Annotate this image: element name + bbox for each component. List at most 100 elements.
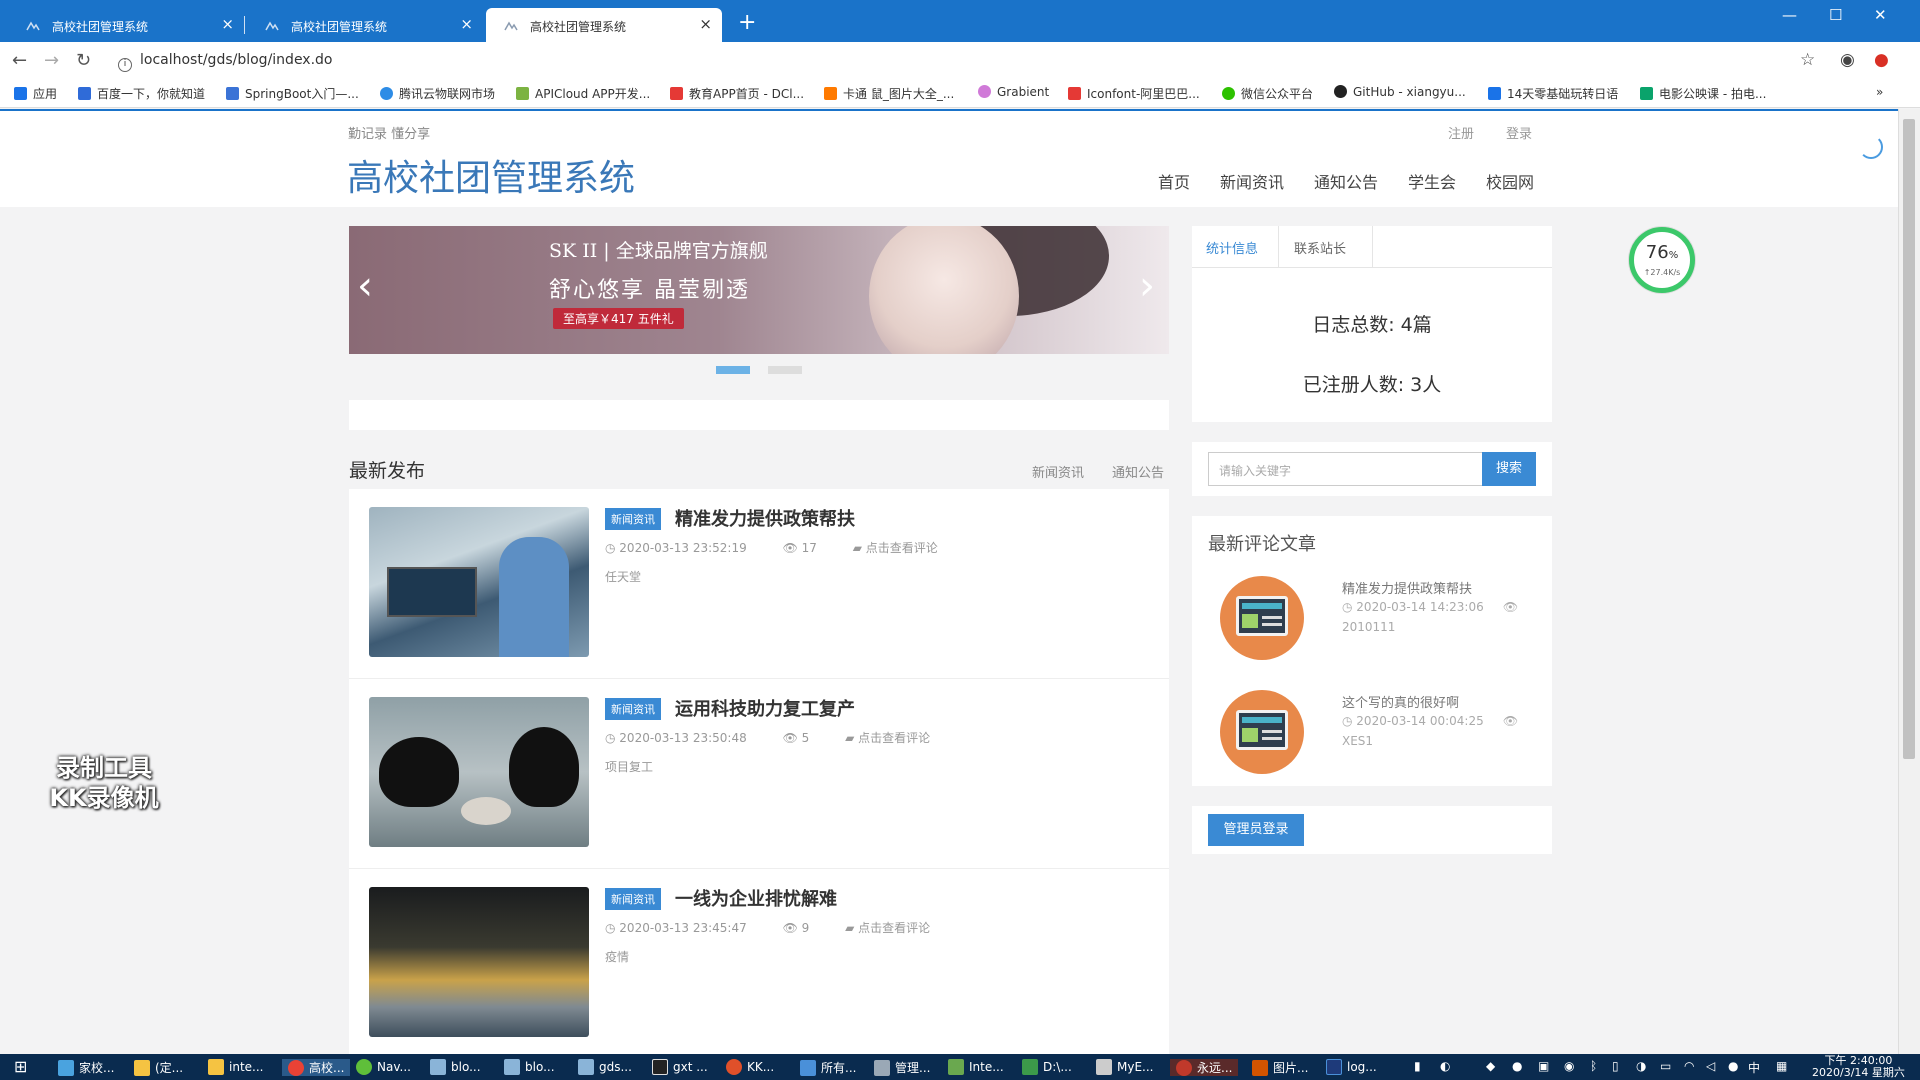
comment-link[interactable]: ▰ 点击查看评论 xyxy=(845,921,946,935)
taskbar-item[interactable]: Nav... xyxy=(356,1059,411,1075)
bookmark-item[interactable]: 14天零基础玩转日语 xyxy=(1488,85,1618,102)
bookmark-apps[interactable]: 应用 xyxy=(14,85,57,102)
minimize-icon[interactable]: — xyxy=(1782,6,1797,24)
taskbar-item[interactable]: KK... xyxy=(726,1059,774,1075)
taskbar-item[interactable]: MyE... xyxy=(1096,1059,1153,1075)
volume-icon[interactable]: ◁ xyxy=(1706,1059,1715,1073)
taskbar-item[interactable]: blo... xyxy=(430,1059,481,1075)
info-icon[interactable]: i xyxy=(118,58,132,72)
site-title[interactable]: 高校社团管理系统 xyxy=(347,149,635,201)
post-title[interactable]: 精准发力提供政策帮扶 xyxy=(675,505,855,531)
post-thumbnail[interactable] xyxy=(369,887,589,1037)
tray-app-icon[interactable]: ● xyxy=(1728,1059,1738,1073)
login-link[interactable]: 登录 xyxy=(1506,123,1532,142)
back-icon[interactable]: ← xyxy=(12,50,27,71)
taskbar-item[interactable]: 家校... xyxy=(58,1059,114,1076)
taskbar-item[interactable]: (定... xyxy=(134,1059,183,1076)
comment-article-title[interactable]: 精准发力提供政策帮扶 xyxy=(1342,578,1472,597)
taskbar-item[interactable]: Inte... xyxy=(948,1059,1004,1075)
browser-tab-active[interactable]: 高校社团管理系统 × xyxy=(486,8,722,42)
post-title[interactable]: 一线为企业排忧解难 xyxy=(675,885,837,911)
taskbar-item[interactable]: log... xyxy=(1326,1059,1377,1075)
nav-student-union[interactable]: 学生会 xyxy=(1408,169,1456,193)
taskbar-item[interactable]: 图片... xyxy=(1252,1059,1308,1076)
category-badge[interactable]: 新闻资讯 xyxy=(605,508,661,530)
network-speed-gauge[interactable]: 76% ↑27.4K/s xyxy=(1629,227,1695,293)
maximize-icon[interactable]: ☐ xyxy=(1829,6,1842,24)
extension-icon[interactable]: ● xyxy=(1874,50,1889,70)
bookmark-item[interactable]: GitHub - xiangyu... xyxy=(1334,85,1466,99)
bookmark-item[interactable]: Grabient xyxy=(978,85,1049,99)
scrollbar-thumb[interactable] xyxy=(1903,119,1915,759)
nav-news[interactable]: 新闻资讯 xyxy=(1220,169,1284,193)
tray-app-icon[interactable]: ▯ xyxy=(1612,1059,1619,1073)
bookmark-item[interactable]: 教育APP首页 - DCl... xyxy=(670,85,804,102)
taskbar-item[interactable]: gxt ... xyxy=(652,1059,708,1075)
post-item[interactable]: 新闻资讯 一线为企业排忧解难 ◷ 2020-03-13 23:45:47 👁 9… xyxy=(349,869,1169,1054)
admin-login-button[interactable]: 管理员登录 xyxy=(1208,814,1304,846)
carousel-dot[interactable] xyxy=(768,366,802,374)
wifi-icon[interactable]: ◠ xyxy=(1684,1059,1694,1073)
network-icon[interactable]: ▭ xyxy=(1660,1059,1671,1073)
taskbar-item[interactable]: inte... xyxy=(208,1059,263,1075)
bookmark-item[interactable]: 卡通 鼠_图片大全_... xyxy=(824,85,954,102)
bookmark-item[interactable]: APICloud APP开发... xyxy=(516,85,650,102)
url-field[interactable]: i localhost/gds/blog/index.do xyxy=(118,52,333,72)
browser-tab[interactable]: 高校社团管理系统 × xyxy=(8,8,245,42)
tab-contact-admin[interactable]: 联系站长 xyxy=(1294,238,1346,257)
taskbar-item[interactable]: gds... xyxy=(578,1059,632,1075)
tray-app-icon[interactable]: ▣ xyxy=(1538,1059,1549,1073)
latest-link-notices[interactable]: 通知公告 xyxy=(1112,462,1164,481)
carousel-prev-icon[interactable]: ‹ xyxy=(357,266,373,306)
bookmark-item[interactable]: Iconfont-阿里巴巴... xyxy=(1068,85,1200,102)
comment-link[interactable]: ▰ 点击查看评论 xyxy=(853,541,954,555)
tray-app-icon[interactable]: ◑ xyxy=(1636,1059,1646,1073)
bookmark-item[interactable]: 微信公众平台 xyxy=(1222,85,1313,102)
keyboard-icon[interactable]: ▦ xyxy=(1776,1059,1787,1073)
comment-item[interactable]: 精准发力提供政策帮扶 ◷ 2020-03-14 14:23:06 👁 20101… xyxy=(1192,576,1552,676)
bluetooth-icon[interactable]: ᛒ xyxy=(1590,1059,1597,1073)
tray-app-icon[interactable]: ● xyxy=(1512,1059,1522,1073)
category-badge[interactable]: 新闻资讯 xyxy=(605,698,661,720)
tab-close-icon[interactable]: × xyxy=(221,17,234,32)
comment-item[interactable]: 这个写的真的很好啊 ◷ 2020-03-14 00:04:25 👁 XES1 xyxy=(1192,690,1552,790)
comment-article-title[interactable]: 这个写的真的很好啊 xyxy=(1342,692,1459,711)
tray-app-icon[interactable]: ◉ xyxy=(1564,1059,1574,1073)
browser-tab[interactable]: 高校社团管理系统 × xyxy=(247,8,483,42)
profile-icon[interactable]: ◉ xyxy=(1840,50,1855,70)
start-button-icon[interactable]: ⊞ xyxy=(14,1057,27,1076)
nav-notices[interactable]: 通知公告 xyxy=(1314,169,1378,193)
tray-app-icon[interactable]: ◆ xyxy=(1486,1059,1495,1073)
ime-indicator[interactable]: 中 xyxy=(1748,1059,1760,1076)
search-button[interactable]: 搜索 xyxy=(1482,452,1536,486)
close-window-icon[interactable]: ✕ xyxy=(1874,6,1887,24)
battery-icon[interactable]: ▮ xyxy=(1414,1059,1421,1073)
bookmark-item[interactable]: 腾讯云物联网市场 xyxy=(380,85,495,102)
forward-icon[interactable]: → xyxy=(44,50,59,71)
post-thumbnail[interactable] xyxy=(369,507,589,657)
carousel-dot-active[interactable] xyxy=(716,366,750,374)
tab-statistics[interactable]: 统计信息 xyxy=(1206,238,1258,257)
taskbar-item[interactable]: D:\... xyxy=(1022,1059,1072,1075)
post-thumbnail[interactable] xyxy=(369,697,589,847)
nav-campus-net[interactable]: 校园网 xyxy=(1486,169,1534,193)
taskbar-item[interactable]: 管理... xyxy=(874,1059,930,1076)
search-input[interactable]: 请输入关键字 xyxy=(1208,452,1483,486)
new-tab-icon[interactable]: + xyxy=(738,12,756,34)
reload-icon[interactable]: ↻ xyxy=(76,50,91,71)
latest-link-news[interactable]: 新闻资讯 xyxy=(1032,462,1084,481)
banner-carousel[interactable]: SK II | 全球品牌官方旗舰 舒心悠享 晶莹剔透 至高享￥417 五件礼 ‹… xyxy=(349,226,1169,354)
carousel-next-icon[interactable]: › xyxy=(1139,266,1155,306)
bookmark-star-icon[interactable]: ☆ xyxy=(1800,50,1815,70)
taskbar-item-active[interactable]: 高校... xyxy=(282,1059,351,1076)
tab-close-icon[interactable]: × xyxy=(460,17,473,32)
taskbar-item[interactable]: blo... xyxy=(504,1059,555,1075)
more-bookmarks-icon[interactable]: » xyxy=(1876,85,1883,99)
category-badge[interactable]: 新闻资讯 xyxy=(605,888,661,910)
taskbar-item[interactable]: 永远... xyxy=(1170,1059,1239,1076)
bookmark-item[interactable]: 电影公映课 - 拍电... xyxy=(1640,85,1766,102)
post-item[interactable]: 新闻资讯 运用科技助力复工复产 ◷ 2020-03-13 23:50:48 👁 … xyxy=(349,679,1169,869)
tray-app-icon[interactable]: ◐ xyxy=(1440,1059,1450,1073)
taskbar-item[interactable]: 所有... xyxy=(800,1059,856,1076)
comment-link[interactable]: ▰ 点击查看评论 xyxy=(845,731,946,745)
